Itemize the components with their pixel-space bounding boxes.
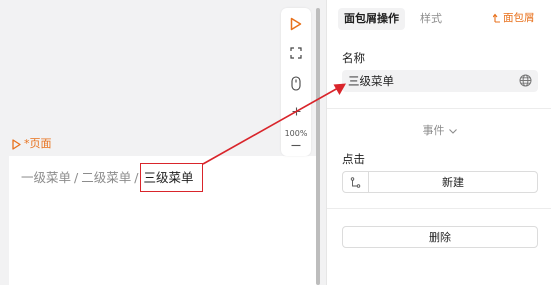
click-event-label: 点击 — [342, 152, 365, 166]
minus-icon — [291, 144, 301, 146]
delete-button[interactable]: 删除 — [342, 226, 538, 248]
play-icon — [290, 17, 302, 31]
fullscreen-icon — [290, 47, 302, 59]
component-type-link[interactable]: 面包屑 — [493, 11, 535, 25]
page-tag-label: *页面 — [24, 137, 52, 150]
level-up-icon — [493, 13, 500, 23]
events-toggle[interactable]: 事件 — [327, 124, 551, 138]
divider — [327, 208, 551, 209]
chevron-down-icon — [448, 128, 457, 134]
design-canvas[interactable]: *页面 一级菜单 / 二级菜单 / 三级菜单 100% — [0, 0, 322, 285]
name-input-value: 三级菜单 — [348, 74, 394, 88]
tab-style[interactable]: 样式 — [420, 8, 442, 30]
fit-screen-button[interactable] — [281, 44, 311, 62]
name-input[interactable]: 三级菜单 — [342, 70, 538, 92]
page-tag[interactable]: *页面 — [12, 137, 52, 151]
breadcrumb-item-1[interactable]: 一级菜单 — [21, 170, 71, 186]
zoom-level: 100% — [284, 129, 308, 138]
preview-button[interactable] — [281, 14, 311, 34]
play-icon — [12, 138, 21, 150]
mouse-mode-button[interactable] — [281, 73, 311, 93]
breadcrumb-item-2[interactable]: 二级菜单 — [81, 170, 131, 186]
tab-breadcrumb-operations[interactable]: 面包屑操作 — [338, 8, 405, 30]
canvas-toolbar: 100% — [281, 8, 311, 156]
events-toggle-label: 事件 — [422, 124, 445, 137]
zoom-in-button[interactable] — [281, 104, 311, 118]
flow-icon — [350, 176, 361, 188]
name-label: 名称 — [342, 51, 365, 65]
mouse-icon — [291, 75, 301, 91]
breadcrumb-separator: / — [134, 170, 139, 185]
canvas-scrollbar[interactable] — [316, 8, 320, 285]
zoom-out-button[interactable] — [281, 139, 311, 151]
breadcrumb-separator: / — [74, 170, 79, 185]
globe-icon[interactable] — [519, 74, 532, 87]
component-type-label: 面包屑 — [503, 12, 535, 24]
plus-icon — [292, 107, 300, 115]
property-panel: 面包屑操作 样式 面包屑 名称 三级菜单 事件 点击 新建 删除 — [326, 0, 551, 285]
new-action-button[interactable]: 新建 — [369, 172, 537, 192]
selection-highlight-box — [140, 163, 203, 192]
click-event-row: 新建 — [342, 171, 538, 193]
divider — [327, 108, 551, 109]
action-flow-handle[interactable] — [343, 172, 369, 192]
